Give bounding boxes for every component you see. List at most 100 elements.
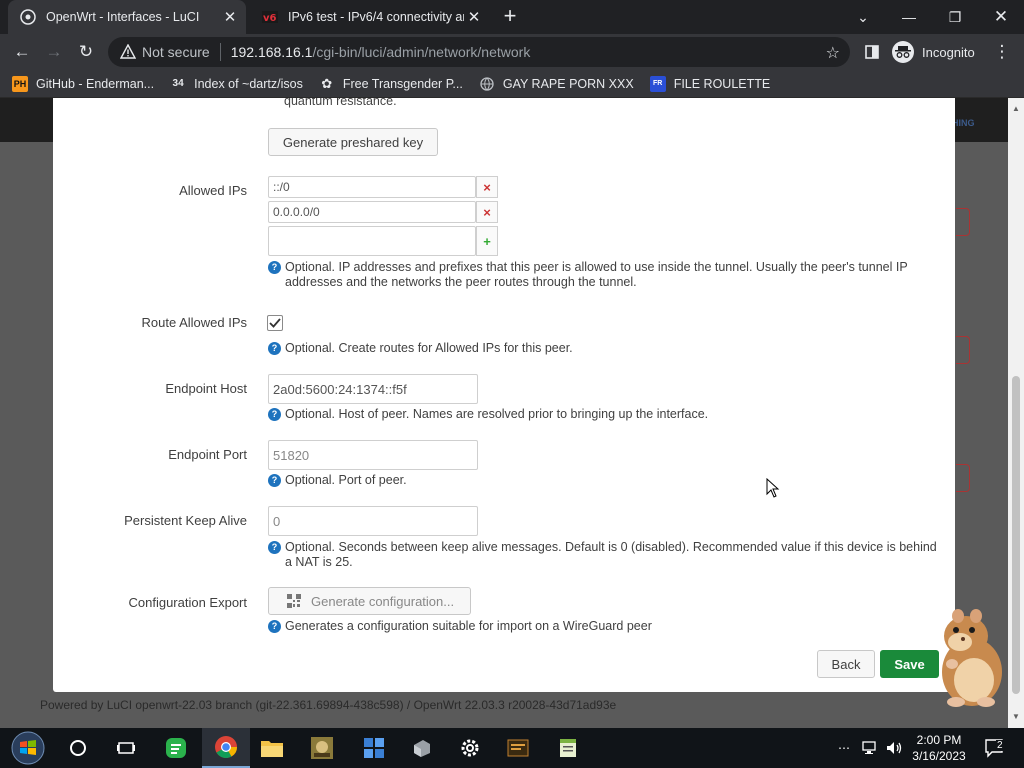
- generate-configuration-button[interactable]: Generate configuration...: [268, 587, 471, 615]
- route-allowed-ips-hint: ? Optional. Create routes for Allowed IP…: [268, 341, 938, 356]
- help-icon: ?: [268, 474, 281, 487]
- luci-footer: Powered by LuCI openwrt-22.03 branch (gi…: [40, 698, 617, 712]
- scroll-up-arrow-icon[interactable]: ▲: [1012, 104, 1020, 113]
- incognito-icon: [892, 41, 914, 63]
- forward-arrow-icon[interactable]: →: [42, 40, 66, 64]
- restore-button[interactable]: ❐: [932, 0, 978, 34]
- file-explorer-icon[interactable]: [248, 728, 296, 768]
- remove-allowed-ip-button[interactable]: ×: [476, 201, 498, 223]
- tray-overflow-icon[interactable]: ⋯: [838, 728, 850, 768]
- keepalive-hint: ? Optional. Seconds between keep alive m…: [268, 540, 938, 570]
- generate-preshared-key-button[interactable]: Generate preshared key: [268, 128, 438, 156]
- endpoint-port-hint: ? Optional. Port of peer.: [268, 473, 938, 488]
- back-arrow-icon[interactable]: ←: [10, 40, 34, 64]
- paw-icon: ✿: [321, 75, 333, 91]
- tab-title: OpenWrt - Interfaces - LuCI: [46, 10, 200, 24]
- allowed-ip-field[interactable]: ::/0: [268, 176, 476, 198]
- bookmark-index-dartz[interactable]: 34 Index of ~dartz/isos: [170, 76, 303, 92]
- device-app-icon[interactable]: [398, 728, 446, 768]
- search-circle-icon[interactable]: [54, 728, 102, 768]
- hint-text: Optional. Host of peer. Names are resolv…: [285, 407, 709, 421]
- ph-icon: PH: [12, 75, 28, 92]
- game-app-icon[interactable]: [298, 728, 346, 768]
- page-viewport: HING Powered by LuCI openwrt-22.03 branc…: [0, 98, 1024, 728]
- feedly-icon[interactable]: [152, 728, 200, 768]
- back-button[interactable]: Back: [817, 650, 875, 678]
- menu-kebab-icon[interactable]: ⋮: [990, 40, 1014, 64]
- new-allowed-ip-field[interactable]: [268, 226, 476, 256]
- globe-icon: [479, 76, 495, 92]
- bookmark-file-roulette[interactable]: FR FILE ROULETTE: [649, 75, 770, 92]
- scroll-down-arrow-icon[interactable]: ▼: [1012, 712, 1020, 721]
- background-tag: HING: [952, 118, 975, 128]
- notification-count: 2: [996, 740, 1004, 751]
- warning-triangle-icon[interactable]: [120, 44, 136, 60]
- tab-openwrt-interfaces[interactable]: OpenWrt - Interfaces - LuCI ✕: [8, 0, 246, 34]
- bookmark-gay-porn[interactable]: GAY RAPE PORN XXX: [479, 76, 634, 92]
- route-allowed-ips-label: Route Allowed IPs: [141, 315, 247, 330]
- tab-ipv6-test[interactable]: v6 IPv6 test - IPv6/4 connectivity and ✕: [250, 0, 490, 34]
- side-panel-icon[interactable]: [860, 40, 884, 64]
- add-allowed-ip-button[interactable]: +: [476, 226, 498, 256]
- new-tab-button[interactable]: +: [498, 5, 522, 29]
- bookmark-label: Index of ~dartz/isos: [194, 76, 303, 91]
- endpoint-host-hint: ? Optional. Host of peer. Names are reso…: [268, 407, 938, 422]
- bookmark-label: GAY RAPE PORN XXX: [502, 76, 634, 91]
- close-window-button[interactable]: ✕: [978, 0, 1024, 34]
- generate-configuration-label: Generate configuration...: [311, 593, 455, 609]
- svg-text:v6: v6: [263, 13, 277, 24]
- background-button: [956, 336, 970, 364]
- notepad-icon[interactable]: [544, 728, 592, 768]
- bookmark-star-icon[interactable]: ☆: [826, 43, 840, 63]
- bookmark-free-transgender[interactable]: ✿ Free Transgender P...: [319, 75, 462, 92]
- address-bar[interactable]: Not secure 192.168.16.1 /cgi-bin/luci/ad…: [108, 37, 850, 67]
- endpoint-host-field[interactable]: 2a0d:5600:24:1374::f5f: [268, 374, 478, 404]
- allowed-ips-label: Allowed IPs: [179, 183, 247, 198]
- allowed-ip-field[interactable]: 0.0.0.0/0: [268, 201, 476, 223]
- allowed-ips-hint: ? Optional. IP addresses and prefixes th…: [268, 260, 938, 290]
- incognito-label: Incognito: [922, 44, 975, 60]
- reload-icon[interactable]: ↻: [74, 40, 98, 64]
- tab-title: IPv6 test - IPv6/4 connectivity and: [288, 10, 464, 24]
- close-tab-icon[interactable]: ✕: [464, 7, 484, 27]
- divider: [219, 43, 221, 61]
- bookmark-34-icon: 34: [172, 78, 184, 89]
- background-button: [956, 208, 970, 236]
- network-icon[interactable]: [862, 728, 880, 768]
- settings-gear-icon[interactable]: [446, 728, 494, 768]
- hamster-mascot: [930, 602, 1010, 708]
- minimize-button[interactable]: —: [886, 0, 932, 34]
- terminal-app-icon[interactable]: [494, 728, 542, 768]
- bookmark-label: GitHub - Enderman...: [36, 76, 155, 91]
- taskbar-clock[interactable]: 2:00 PM 3/16/2023: [906, 732, 972, 764]
- route-allowed-ips-checkbox[interactable]: [267, 315, 283, 331]
- ipv6-favicon-icon: v6: [262, 9, 278, 25]
- help-icon: ?: [268, 620, 281, 633]
- bookmark-github-enderman[interactable]: PH GitHub - Enderman...: [12, 75, 155, 92]
- help-icon: ?: [268, 261, 281, 274]
- endpoint-port-field[interactable]: 51820: [268, 440, 478, 470]
- page-scrollbar[interactable]: ▲ ▼: [1008, 98, 1024, 728]
- close-tab-icon[interactable]: ✕: [220, 7, 240, 27]
- windows-logo-icon: [11, 731, 45, 765]
- clock-date: 3/16/2023: [912, 749, 966, 763]
- not-secure-label[interactable]: Not secure: [142, 44, 210, 60]
- checkmark-icon: [269, 318, 281, 328]
- volume-icon[interactable]: [886, 728, 904, 768]
- cubes-app-icon[interactable]: [350, 728, 398, 768]
- browser-tab-strip: OpenWrt - Interfaces - LuCI ✕ v6 IPv6 te…: [0, 0, 1024, 34]
- keepalive-field[interactable]: 0: [268, 506, 478, 536]
- windows-taskbar: ⋯ 2:00 PM 3/16/2023 2: [0, 728, 1024, 768]
- help-icon: ?: [268, 342, 281, 355]
- task-view-icon[interactable]: [102, 728, 150, 768]
- remove-allowed-ip-button[interactable]: ×: [476, 176, 498, 198]
- chrome-taskbar-icon[interactable]: [202, 728, 250, 768]
- start-button[interactable]: [4, 728, 52, 768]
- scrollbar-thumb[interactable]: [1012, 376, 1020, 694]
- incognito-profile-button[interactable]: Incognito: [892, 40, 975, 64]
- cutoff-hint-text: quantum resistance.: [284, 98, 397, 108]
- notification-center-icon[interactable]: 2: [984, 728, 1006, 768]
- hint-text: Optional. IP addresses and prefixes that…: [285, 260, 908, 289]
- tab-search-chevron-icon[interactable]: ⌄: [840, 0, 886, 34]
- hint-text: Optional. Create routes for Allowed IPs …: [285, 341, 573, 355]
